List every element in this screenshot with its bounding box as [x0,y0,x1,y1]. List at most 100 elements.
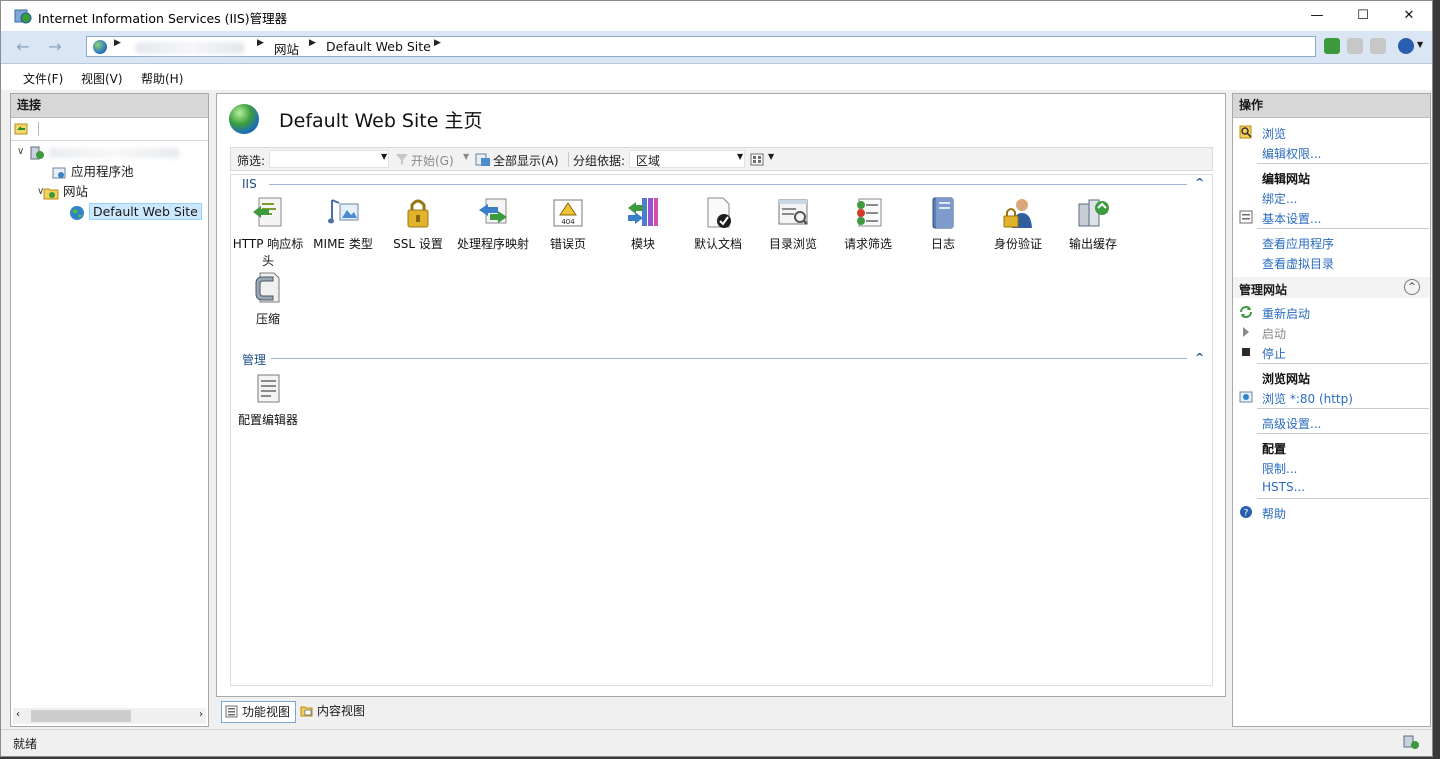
forward-button[interactable]: → [43,37,67,57]
home-icon[interactable] [1370,38,1386,54]
feature-error-pages[interactable]: 404 错误页 [531,196,605,253]
action-hsts[interactable]: HSTS... [1262,480,1305,494]
action-help[interactable]: 帮助 [1262,505,1286,522]
expanded-icon[interactable]: ∨ [17,142,24,162]
feature-compression[interactable]: 压缩 [231,271,305,328]
view-mode-icon[interactable] [750,153,764,166]
page-title: Default Web Site 主页 [279,110,483,132]
group-title-management: 管理 [242,353,267,367]
scroll-left-icon[interactable]: ‹ [16,709,20,720]
chevron-down-icon[interactable]: ▼ [381,152,387,161]
connections-header: 连接 [11,94,208,118]
feature-http-response-headers[interactable]: HTTP 响应标头 [231,196,305,270]
action-bindings[interactable]: 绑定... [1262,190,1297,207]
action-restart[interactable]: 重新启动 [1262,305,1310,322]
collapse-icon[interactable]: ^ [1195,176,1204,189]
features-view-icon [225,705,238,718]
feature-label: MIME 类型 [313,237,373,251]
toolbar-divider [38,122,39,136]
action-limits[interactable]: 限制... [1262,460,1297,477]
breadcrumb-sites[interactable]: 网站 [274,39,299,58]
help-icon[interactable] [1398,38,1414,54]
globe-icon [70,205,84,220]
back-button[interactable]: ← [11,37,35,57]
feature-default-document[interactable]: 默认文档 [681,196,755,253]
show-all-icon [475,153,490,166]
tab-content-view[interactable]: 内容视图 [297,701,370,721]
feature-label: 配置编辑器 [237,413,298,427]
chevron-right-icon: ▶ [114,38,121,48]
feature-authentication[interactable]: 身份验证 [981,196,1055,253]
authentication-icon [1003,199,1032,228]
manage-site-section: 管理网站 ^ [1233,277,1430,298]
filter-input[interactable] [269,150,389,168]
refresh-icon[interactable] [1324,38,1340,54]
horizontal-scrollbar[interactable]: ‹ › [13,708,206,724]
tree-app-pools[interactable]: 应用程序池 [51,162,134,182]
iis-app-icon [14,9,32,24]
tab-features-view[interactable]: 功能视图 [221,701,297,723]
restart-icon [1240,306,1252,318]
chevron-down-icon[interactable]: ▼ [737,152,743,161]
feature-label: 日志 [930,237,955,251]
feature-request-filtering[interactable]: 请求筛选 [831,196,905,253]
chevron-down-icon[interactable]: ▼ [463,152,469,161]
feature-ssl-settings[interactable]: SSL 设置 [381,196,455,253]
feature-label: 默认文档 [693,237,742,251]
chevron-down-icon[interactable]: ▼ [768,152,774,161]
action-view-virtual-directories[interactable]: 查看虚拟目录 [1262,255,1334,272]
tab-content-label: 内容视图 [317,704,366,718]
iis-manager-window: Internet Information Services (IIS)管理器 —… [0,0,1433,757]
manage-site-header: 管理网站 [1239,283,1288,297]
tree-sites[interactable]: ∨ 网站 [37,182,88,202]
globe-icon [229,104,259,134]
chevron-down-icon[interactable]: ▼ [1417,40,1423,49]
group-by-select[interactable]: 区域 [629,150,745,168]
actions-divider [1257,408,1429,409]
collapse-icon[interactable]: ^ [1404,279,1420,295]
collapse-icon[interactable]: ^ [1195,351,1204,364]
scroll-right-icon[interactable]: › [199,709,203,720]
maximize-button[interactable]: ☐ [1340,1,1386,31]
action-edit-permissions[interactable]: 编辑权限... [1262,145,1321,162]
stop-loading-icon[interactable] [1347,38,1363,54]
feature-mime-types[interactable]: MIME 类型 [306,196,380,253]
feature-label: 错误页 [549,237,586,251]
expanded-icon[interactable]: ∨ [37,182,44,202]
stop-icon [1242,348,1250,356]
feature-logging[interactable]: 日志 [906,196,980,253]
feature-output-caching[interactable]: 输出缓存 [1056,196,1130,253]
tree-server[interactable]: ∨ [17,142,179,162]
connections-toolbar [11,118,208,141]
action-basic-settings[interactable]: 基本设置... [1262,210,1321,227]
action-browse[interactable]: 浏览 [1262,125,1286,142]
edit-site-header: 编辑网站 [1262,172,1311,186]
connect-icon[interactable] [14,121,29,136]
feature-label: 处理程序映射 [456,237,529,251]
breadcrumb-default-site[interactable]: Default Web Site [326,39,431,54]
feature-handler-mappings[interactable]: 处理程序映射 [456,196,530,253]
show-all-button[interactable]: 全部显示(A) [493,152,559,169]
scroll-thumb[interactable] [31,710,131,722]
redacted-server-name [135,42,245,54]
tree-default-web-site[interactable]: Default Web Site [69,202,202,222]
action-start[interactable]: 启动 [1262,325,1286,342]
menu-help[interactable]: 帮助(H) [141,70,183,87]
start-button[interactable]: 开始(G) [411,152,454,169]
content-view-icon [300,706,313,717]
action-view-applications[interactable]: 查看应用程序 [1262,235,1334,252]
feature-modules[interactable]: 模块 [606,196,680,253]
minimize-button[interactable]: — [1294,1,1340,31]
network-status-icon [1403,735,1419,749]
action-stop[interactable]: 停止 [1262,345,1286,362]
feature-directory-browsing[interactable]: 目录浏览 [756,196,830,253]
action-advanced-settings[interactable]: 高级设置... [1262,415,1321,432]
menu-file[interactable]: 文件(F) [23,70,63,87]
feature-configuration-editor[interactable]: 配置编辑器 [231,372,305,429]
title-bar: Internet Information Services (IIS)管理器 —… [1,1,1432,31]
address-box[interactable]: ▶ ▶ 网站 ▶ Default Web Site ▶ [86,36,1316,57]
close-button[interactable]: ✕ [1386,1,1432,31]
action-browse-80[interactable]: 浏览 *:80 (http) [1262,390,1353,407]
menu-view[interactable]: 视图(V) [81,70,123,87]
default-document-icon [707,197,731,228]
